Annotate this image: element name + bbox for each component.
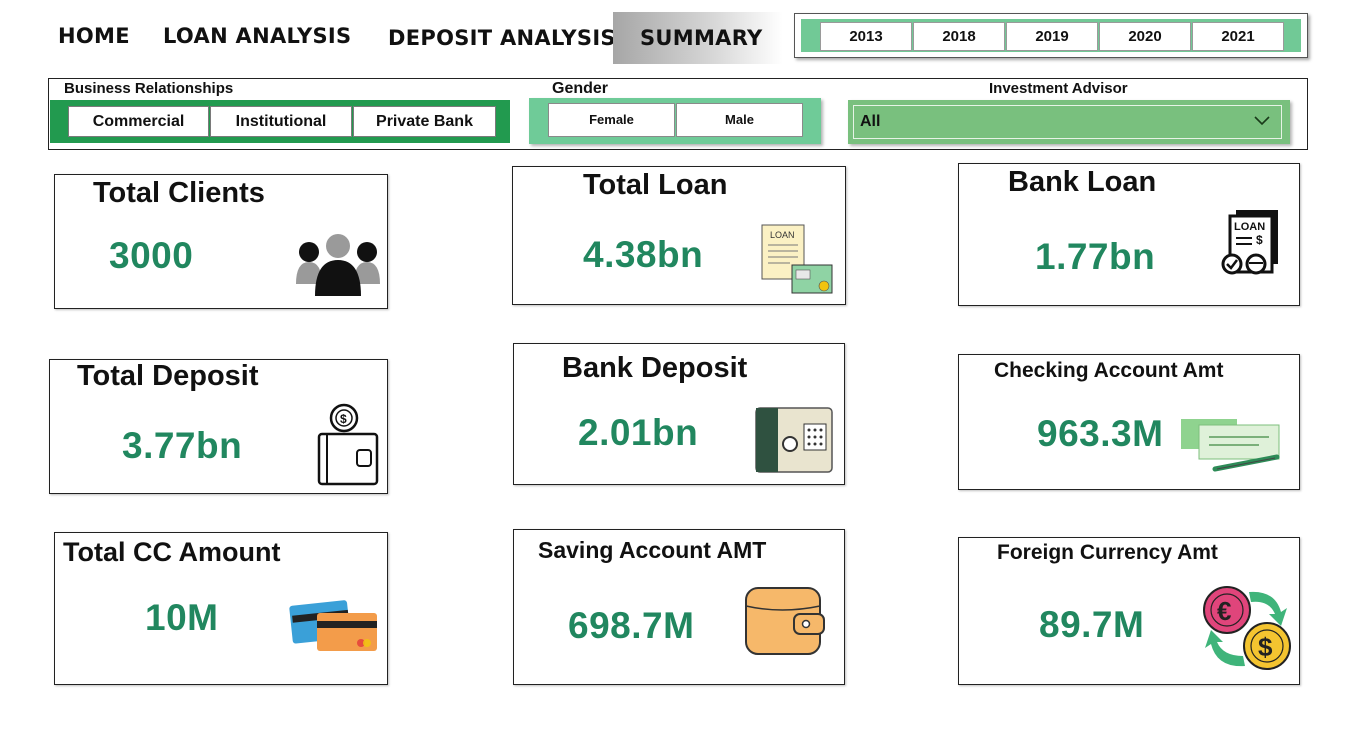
year-slicer: 2013 2018 2019 2020 2021 bbox=[794, 13, 1308, 58]
filter-panel: Business Relationships Commercial Instit… bbox=[48, 78, 1308, 150]
kpi-card-total-cc-amount: Total CC Amount 10M bbox=[54, 532, 388, 685]
kpi-card-checking-account: Checking Account Amt 963.3M bbox=[958, 354, 1300, 490]
credit-cards-icon bbox=[289, 600, 377, 651]
investment-advisor-slicer: All bbox=[848, 100, 1290, 144]
year-button-2018[interactable]: 2018 bbox=[913, 22, 1005, 51]
svg-text:LOAN: LOAN bbox=[770, 230, 795, 240]
kpi-value: 698.7M bbox=[568, 605, 695, 646]
kpi-title: Total Loan bbox=[583, 169, 728, 201]
year-button-2019[interactable]: 2019 bbox=[1006, 22, 1098, 51]
business-option-commercial[interactable]: Commercial bbox=[68, 106, 209, 137]
year-button-2013[interactable]: 2013 bbox=[820, 22, 912, 51]
gender-slicer: Female Male bbox=[529, 98, 821, 144]
kpi-title: Bank Deposit bbox=[562, 352, 748, 384]
gender-option-male[interactable]: Male bbox=[676, 103, 803, 137]
kpi-value: 1.77bn bbox=[1035, 236, 1156, 277]
svg-text:€: € bbox=[1217, 596, 1231, 626]
kpi-value: 963.3M bbox=[1037, 413, 1164, 454]
cheque-icon bbox=[1181, 419, 1280, 472]
gender-filter-title: Gender bbox=[552, 80, 609, 97]
kpi-card-total-loan: Total Loan 4.38bn LOAN bbox=[512, 166, 846, 305]
bank-loan-icon: LOAN $ bbox=[1221, 210, 1278, 275]
safe-icon bbox=[755, 407, 833, 473]
svg-text:$: $ bbox=[1258, 632, 1273, 662]
nav-loan-analysis[interactable]: LOAN ANALYSIS bbox=[163, 24, 351, 48]
wallet-coin-icon: $ bbox=[317, 403, 379, 486]
loan-document-icon: LOAN bbox=[761, 224, 833, 294]
business-relationship-slicer: Commercial Institutional Private Bank bbox=[50, 100, 510, 143]
chevron-down-icon bbox=[1254, 116, 1270, 126]
people-icon bbox=[296, 234, 380, 296]
kpi-value: 2.01bn bbox=[578, 412, 699, 453]
wallet-icon bbox=[745, 587, 825, 655]
advisor-selected-value: All bbox=[860, 113, 881, 130]
advisor-filter-title: Investment Advisor bbox=[989, 80, 1128, 97]
kpi-card-bank-loan: Bank Loan 1.77bn LOAN $ bbox=[958, 163, 1300, 306]
kpi-title: Total Clients bbox=[93, 177, 265, 209]
kpi-card-saving-account: Saving Account AMT 698.7M bbox=[513, 529, 845, 685]
svg-text:$: $ bbox=[340, 412, 347, 426]
svg-text:$: $ bbox=[1256, 233, 1263, 247]
business-filter-title: Business Relationships bbox=[64, 80, 234, 97]
kpi-title: Total CC Amount bbox=[63, 537, 281, 567]
year-button-2021[interactable]: 2021 bbox=[1192, 22, 1284, 51]
kpi-value: 3.77bn bbox=[122, 425, 243, 466]
currency-exchange-icon: € $ bbox=[1203, 586, 1291, 670]
business-option-private-bank[interactable]: Private Bank bbox=[353, 106, 496, 137]
kpi-card-total-deposit: Total Deposit 3.77bn $ bbox=[49, 359, 388, 494]
business-option-institutional[interactable]: Institutional bbox=[210, 106, 352, 137]
kpi-value: 10M bbox=[145, 597, 219, 638]
kpi-value: 89.7M bbox=[1039, 604, 1145, 645]
kpi-card-bank-deposit: Bank Deposit 2.01bn bbox=[513, 343, 845, 485]
investment-advisor-dropdown[interactable]: All bbox=[853, 105, 1282, 139]
kpi-value: 3000 bbox=[109, 235, 194, 276]
kpi-title: Total Deposit bbox=[77, 360, 259, 392]
svg-text:LOAN: LOAN bbox=[1234, 221, 1265, 233]
kpi-title: Bank Loan bbox=[1008, 166, 1157, 198]
nav-home[interactable]: HOME bbox=[58, 24, 130, 48]
year-button-2020[interactable]: 2020 bbox=[1099, 22, 1191, 51]
gender-option-female[interactable]: Female bbox=[548, 103, 675, 137]
nav-deposit-analysis[interactable]: DEPOSIT ANALYSIS bbox=[388, 26, 616, 50]
kpi-card-total-clients: Total Clients 3000 bbox=[54, 174, 388, 309]
kpi-card-foreign-currency: Foreign Currency Amt 89.7M € $ bbox=[958, 537, 1300, 685]
year-slicer-body: 2013 2018 2019 2020 2021 bbox=[801, 19, 1301, 52]
nav-summary[interactable]: SUMMARY bbox=[613, 12, 783, 64]
kpi-title: Checking Account Amt bbox=[994, 359, 1224, 382]
kpi-title: Saving Account AMT bbox=[538, 537, 767, 563]
kpi-title: Foreign Currency Amt bbox=[997, 541, 1218, 564]
kpi-value: 4.38bn bbox=[583, 234, 704, 275]
